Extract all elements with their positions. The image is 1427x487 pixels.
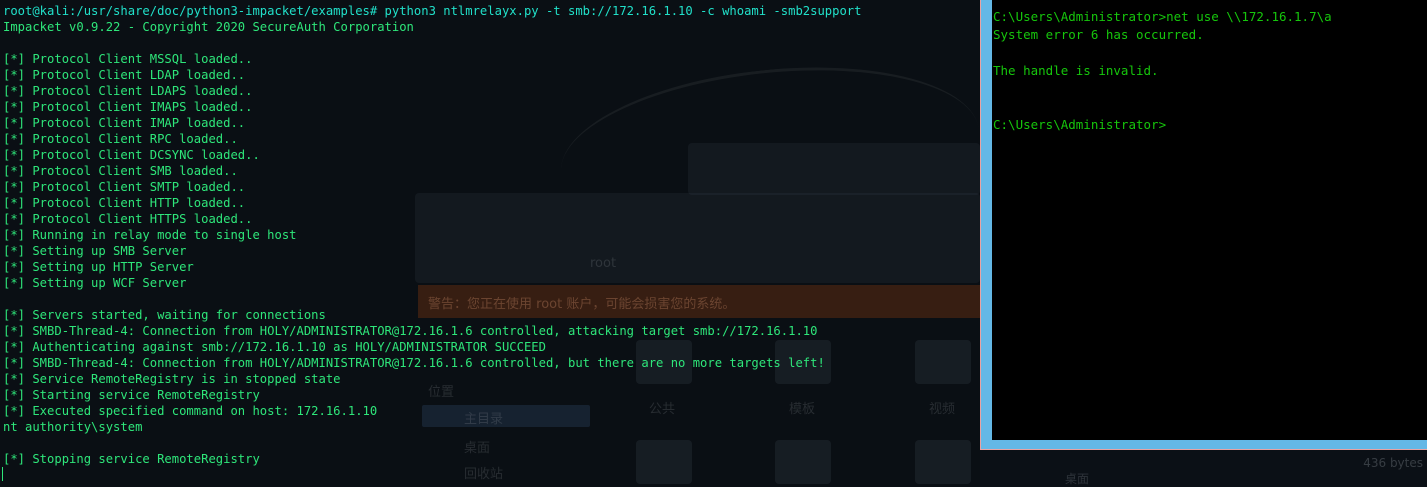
cmd-line bbox=[993, 44, 1332, 62]
terminal-line: [*] Protocol Client RPC loaded.. bbox=[3, 132, 238, 146]
background-desktop-label: 桌面 bbox=[1065, 472, 1090, 486]
terminal-line: nt authority\system bbox=[3, 420, 143, 434]
terminal-line: [*] Protocol Client LDAPS loaded.. bbox=[3, 84, 253, 98]
terminal-line: [*] Setting up WCF Server bbox=[3, 276, 187, 290]
terminal-line: [*] Protocol Client IMAP loaded.. bbox=[3, 116, 246, 130]
terminal-cursor bbox=[2, 467, 3, 481]
terminal-line: [*] Service RemoteRegistry is in stopped… bbox=[3, 372, 341, 386]
cmd-window[interactable]: C:\Users\Administrator>net use \\172.16.… bbox=[980, 0, 1427, 450]
terminal-line: [*] Starting service RemoteRegistry bbox=[3, 388, 260, 402]
cmd-prompt-line: C:\Users\Administrator>net use \\172.16.… bbox=[993, 9, 1332, 24]
background-folder-videos-icon bbox=[915, 340, 971, 384]
background-file-size: 436 bytes bbox=[1363, 456, 1423, 470]
terminal-line: Impacket v0.9.22 - Copyright 2020 Secure… bbox=[3, 20, 414, 34]
terminal-line: [*] Executed specified command on host: … bbox=[3, 404, 378, 418]
terminal-line: [*] Protocol Client MSSQL loaded.. bbox=[3, 52, 253, 66]
background-desktop-strip: 桌面 436 bytes bbox=[980, 451, 1427, 487]
cmd-line: The handle is invalid. bbox=[993, 63, 1159, 78]
terminal-line: [*] Protocol Client DCSYNC loaded.. bbox=[3, 148, 260, 162]
kali-terminal-window[interactable]: root 警告：您正在使用 root 账户，可能会损害您的系统。 位置 主目录 … bbox=[0, 0, 980, 487]
background-folder-downloads-icon bbox=[915, 440, 971, 484]
terminal-line: [*] Running in relay mode to single host bbox=[3, 228, 297, 242]
terminal-line: [*] Protocol Client LDAP loaded.. bbox=[3, 68, 246, 82]
terminal-line: [*] Authenticating against smb://172.16.… bbox=[3, 340, 546, 354]
terminal-line: [*] Protocol Client HTTPS loaded.. bbox=[3, 212, 253, 226]
terminal-line: [*] Servers started, waiting for connect… bbox=[3, 308, 326, 322]
cmd-line: System error 6 has occurred. bbox=[993, 27, 1204, 42]
terminal-line: [*] Protocol Client IMAPS loaded.. bbox=[3, 100, 253, 114]
cmd-prompt-line: C:\Users\Administrator> bbox=[993, 117, 1167, 132]
cmd-console[interactable]: C:\Users\Administrator>net use \\172.16.… bbox=[992, 0, 1427, 440]
terminal-line: [*] SMBD-Thread-4: Connection from HOLY/… bbox=[3, 356, 825, 370]
cmd-line bbox=[993, 98, 1332, 116]
terminal-command-line: root@kali:/usr/share/doc/python3-impacke… bbox=[3, 4, 862, 18]
cmd-line bbox=[993, 80, 1332, 98]
terminal-output[interactable]: root@kali:/usr/share/doc/python3-impacke… bbox=[3, 3, 862, 467]
terminal-line: [*] Setting up HTTP Server bbox=[3, 260, 194, 274]
terminal-line: [*] Setting up SMB Server bbox=[3, 244, 187, 258]
cmd-output[interactable]: C:\Users\Administrator>net use \\172.16.… bbox=[993, 8, 1332, 134]
terminal-line: [*] Protocol Client HTTP loaded.. bbox=[3, 196, 246, 210]
terminal-line: [*] SMBD-Thread-4: Connection from HOLY/… bbox=[3, 324, 818, 338]
terminal-line: [*] Protocol Client SMTP loaded.. bbox=[3, 180, 246, 194]
terminal-line: [*] Protocol Client SMB loaded.. bbox=[3, 164, 238, 178]
terminal-line: [*] Stopping service RemoteRegistry bbox=[3, 452, 260, 466]
background-folder-videos-label: 视频 bbox=[929, 402, 956, 417]
